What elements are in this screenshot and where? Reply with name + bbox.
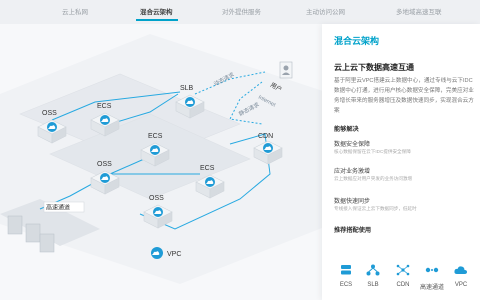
panel-headline: 云上云下数据高速互通 [334,63,414,72]
tab-internet-access[interactable]: 主动访问公网 [306,6,345,16]
product-label-ecs[interactable]: ECS [334,282,358,288]
feature-title: 数据快速同步 [334,199,371,205]
node-label: SLB [180,85,194,92]
architecture-diagram: OSS ECS SLB ECS OSS ECS OSS CDN VPC 用户 I… [0,24,332,300]
cloud-icon[interactable] [454,264,468,276]
server-icon[interactable] [339,264,353,276]
products-title: 推荐搭配使用 [334,227,372,234]
feature-desc: 云上数据应对用户突发的业务访问激增 [334,176,413,181]
product-label-express-connect[interactable]: 高速通道 [420,282,444,291]
network-icon[interactable] [366,264,380,276]
tab-private-network[interactable]: 云上私网 [62,6,88,16]
tab-multi-region[interactable]: 多地域高速互联 [396,6,442,16]
feature-desc: 专线接入保证云上云下数据同步，低延时 [334,206,417,211]
info-panel: 混合云架构 云上云下数据高速互通 基于阿里云VPC搭建云上数据中心，通过专线与云… [322,24,480,300]
node-label: OSS [149,195,164,202]
panel-title: 混合云架构 [334,36,380,46]
express-connect-icon[interactable] [425,264,439,276]
tab-hybrid-cloud[interactable]: 混合云架构 [140,6,173,16]
active-tab-indicator [136,19,178,21]
node-label: OSS [97,161,112,168]
node-label: OSS [42,110,57,117]
node-label: VPC [167,251,181,258]
diagram-canvas: OSS ECS SLB ECS OSS ECS OSS CDN VPC 用户 I… [0,34,332,284]
node-label: ECS [200,165,215,172]
product-label-slb[interactable]: SLB [361,282,385,288]
product-label-vpc[interactable]: VPC [449,282,473,288]
tab-external-service[interactable]: 对外提供服务 [222,6,261,16]
product-label-cdn[interactable]: CDN [391,282,415,288]
feature-title: 数据安全保障 [334,142,371,148]
node-label: ECS [97,103,112,110]
feature-title: 应对业务激增 [334,169,371,175]
feature-desc: 核心数据保留在云下IDC提供安全保障 [334,149,411,154]
panel-description: 基于阿里云VPC搭建云上数据中心，通过专线与云下IDC数据中心打通，进行用户核心… [334,78,474,114]
node-label: CDN [258,133,273,140]
cdn-icon[interactable] [396,264,410,276]
capability-title: 能够解决 [334,126,359,133]
scenario-tabs: 云上私网 混合云架构 对外提供服务 主动访问公网 多地域高速互联 [0,0,480,24]
node-highspeed-channel[interactable]: 高速通道 [43,201,85,213]
node-label: ECS [148,133,163,140]
node-label: 高速通道 [46,204,70,212]
